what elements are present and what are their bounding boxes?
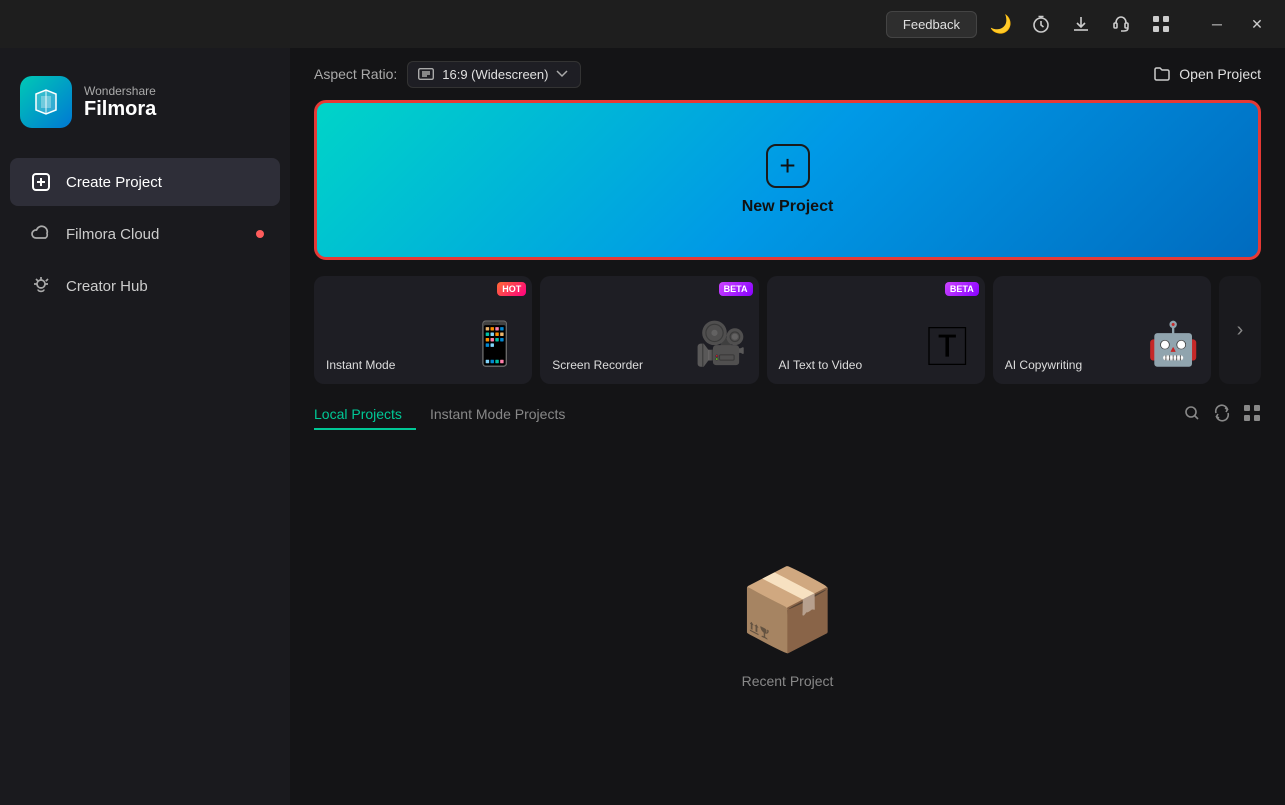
content-area: Aspect Ratio: 16:9 (Widescreen) Open P <box>290 48 1285 805</box>
create-project-icon <box>30 171 52 193</box>
feature-card-screen-recorder[interactable]: BETA 🎥 Screen Recorder <box>540 276 758 384</box>
ai-text-to-video-badge: BETA <box>945 282 979 296</box>
logo-text-area: Wondershare Filmora <box>84 84 156 121</box>
feature-card-ai-text-to-video[interactable]: BETA 🅃 AI Text to Video <box>767 276 985 384</box>
projects-tabs: Local Projects Instant Mode Projects <box>314 400 579 430</box>
aspect-ratio-area: Aspect Ratio: 16:9 (Widescreen) <box>314 61 581 88</box>
sidebar-item-filmora-cloud[interactable]: Filmora Cloud <box>10 210 280 258</box>
aspect-ratio-value: 16:9 (Widescreen) <box>442 67 548 82</box>
logo-area: Wondershare Filmora <box>0 64 290 156</box>
open-project-button[interactable]: Open Project <box>1153 65 1261 83</box>
instant-mode-badge: HOT <box>497 282 526 296</box>
projects-section: Local Projects Instant Mode Projects <box>290 400 1285 805</box>
brand-name: Wondershare <box>84 84 156 98</box>
ai-text-to-video-label: AI Text to Video <box>779 358 863 372</box>
search-projects-icon[interactable] <box>1183 404 1201 427</box>
filmora-cloud-icon <box>30 223 52 245</box>
grid-view-icon[interactable] <box>1243 404 1261 427</box>
sidebar-item-create-project[interactable]: Create Project <box>10 158 280 206</box>
scroll-more-button[interactable]: › <box>1219 276 1261 384</box>
empty-state: 📦 Recent Project <box>314 446 1261 805</box>
folder-icon <box>1153 65 1171 83</box>
scroll-arrow-icon: › <box>1237 319 1244 342</box>
logo-icon <box>20 76 72 128</box>
empty-box-icon: 📦 <box>738 563 838 657</box>
projects-actions <box>1183 404 1261 427</box>
sidebar-item-label: Filmora Cloud <box>66 226 159 243</box>
theme-icon[interactable]: 🌙 <box>985 8 1017 40</box>
screen-recorder-badge: BETA <box>719 282 753 296</box>
title-bar: Feedback 🌙 ─ ✕ <box>0 0 1285 48</box>
sidebar: Wondershare Filmora Create Project Filmo… <box>0 48 290 805</box>
features-row: HOT 📱 Instant Mode BETA 🎥 Screen Recorde… <box>290 276 1285 384</box>
product-name: Filmora <box>84 98 156 121</box>
refresh-projects-icon[interactable] <box>1213 404 1231 427</box>
chevron-down-icon <box>556 70 568 78</box>
content-topbar: Aspect Ratio: 16:9 (Widescreen) Open P <box>290 48 1285 100</box>
instant-mode-label: Instant Mode <box>326 358 395 372</box>
feature-card-instant-mode[interactable]: HOT 📱 Instant Mode <box>314 276 532 384</box>
open-project-label: Open Project <box>1179 66 1261 82</box>
close-button[interactable]: ✕ <box>1241 8 1273 40</box>
minimize-button[interactable]: ─ <box>1201 8 1233 40</box>
feedback-button[interactable]: Feedback <box>886 11 977 38</box>
tab-local-projects[interactable]: Local Projects <box>314 400 416 430</box>
aspect-ratio-icon <box>418 68 434 80</box>
ai-copywriting-image: 🤖 <box>1136 304 1211 384</box>
new-project-plus-icon: + <box>766 144 810 188</box>
main-layout: Wondershare Filmora Create Project Filmo… <box>0 48 1285 805</box>
screen-recorder-image: 🎥 <box>684 304 759 384</box>
new-project-banner[interactable]: + New Project <box>314 100 1261 260</box>
creator-hub-icon <box>30 275 52 297</box>
sidebar-item-creator-hub[interactable]: Creator Hub <box>10 262 280 310</box>
new-project-label: New Project <box>742 198 834 216</box>
aspect-ratio-select[interactable]: 16:9 (Widescreen) <box>407 61 581 88</box>
ai-text-to-video-image: 🅃 <box>910 304 985 384</box>
tab-instant-mode-projects[interactable]: Instant Mode Projects <box>416 400 579 430</box>
support-icon[interactable] <box>1105 8 1137 40</box>
feature-card-ai-copywriting[interactable]: 🤖 AI Copywriting <box>993 276 1211 384</box>
ai-copywriting-label: AI Copywriting <box>1005 358 1082 372</box>
projects-tabs-bar: Local Projects Instant Mode Projects <box>314 400 1261 430</box>
sidebar-item-label: Creator Hub <box>66 278 148 295</box>
timer-icon[interactable] <box>1025 8 1057 40</box>
sidebar-item-label: Create Project <box>66 174 162 191</box>
aspect-ratio-label: Aspect Ratio: <box>314 66 397 82</box>
screen-recorder-label: Screen Recorder <box>552 358 643 372</box>
notification-dot <box>256 230 264 238</box>
instant-mode-image: 📱 <box>457 304 532 384</box>
apps-icon[interactable] <box>1145 8 1177 40</box>
empty-state-label: Recent Project <box>742 673 834 689</box>
download-icon[interactable] <box>1065 8 1097 40</box>
